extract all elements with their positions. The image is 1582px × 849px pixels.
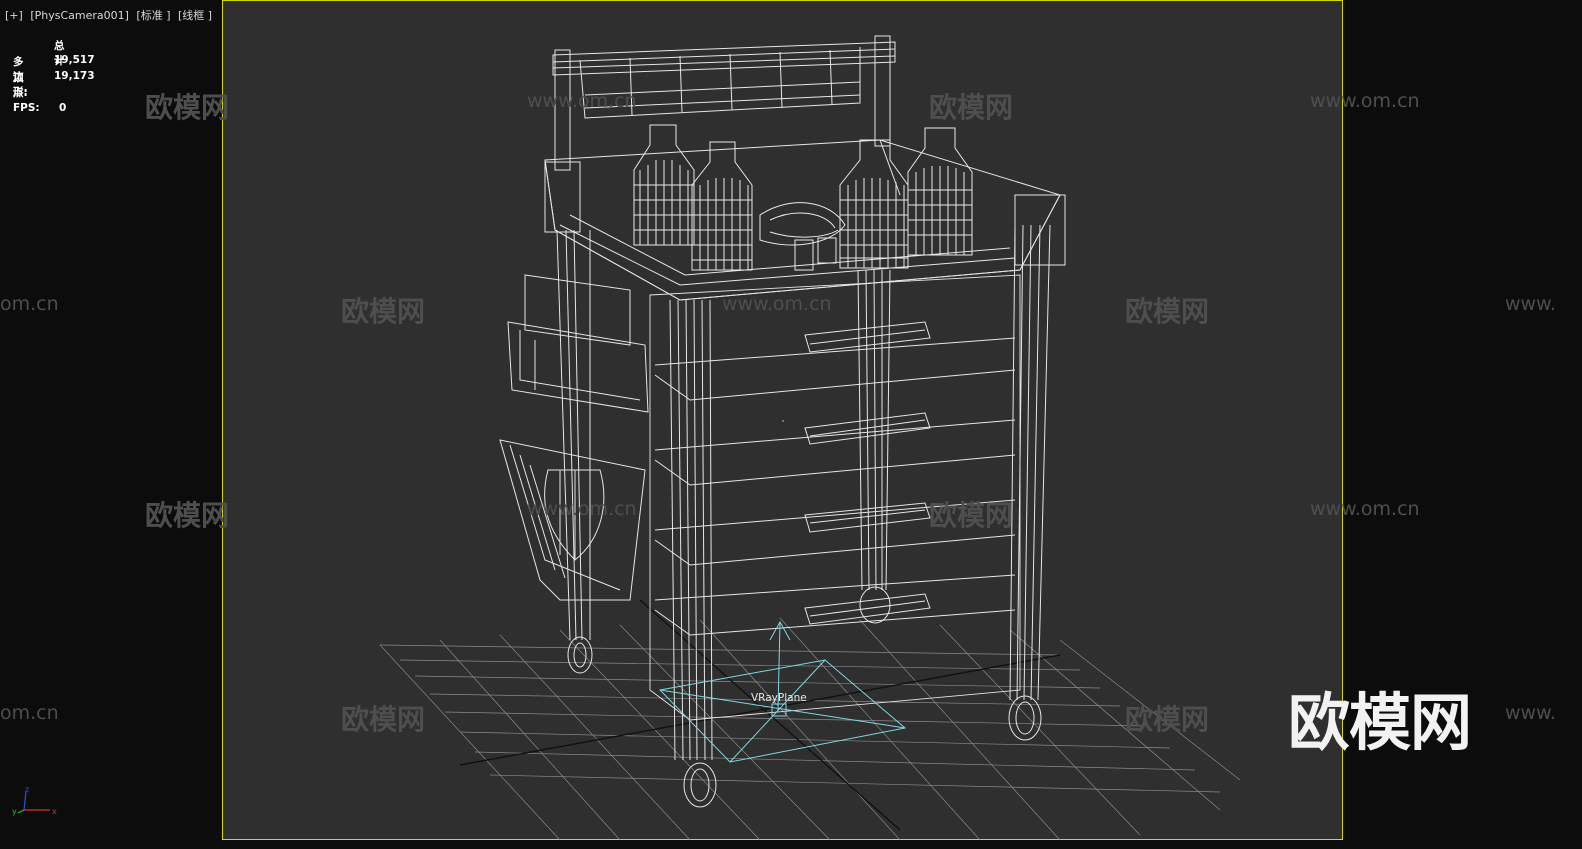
grid-group: [379, 599, 1241, 841]
watermark-brand: 欧模网: [341, 295, 426, 328]
top-tray: [544, 139, 1066, 301]
watermark-brand: 欧模网: [929, 91, 1014, 124]
bottles: [633, 124, 973, 271]
axis-y-label: y: [12, 807, 17, 816]
grid-axis-y: [639, 599, 901, 831]
watermark-url-partial: www.: [1505, 293, 1556, 315]
watermark-brand: 欧模网: [145, 499, 230, 532]
tubing: [759, 202, 846, 271]
bottle-2: [691, 141, 753, 271]
watermark-url: www.om.cn: [1310, 90, 1420, 112]
pivot-dot: [782, 420, 784, 422]
bottle-1: [633, 124, 695, 246]
watermark-brand: 欧模网: [145, 91, 230, 124]
axis-z-label: z: [25, 786, 29, 794]
watermark-brand: 欧模网: [1125, 295, 1210, 328]
watermark-brand: 欧模网: [1125, 703, 1210, 736]
brand-logo: 欧模网: [1288, 686, 1472, 759]
bottle-4: [907, 127, 973, 256]
watermark-url-partial: www.: [1505, 702, 1556, 724]
watermark-url: www.om.cn: [527, 498, 637, 520]
bottle-3: [839, 139, 909, 269]
watermark-url: www.om.cn: [722, 293, 832, 315]
watermark-brand: 欧模网: [929, 499, 1014, 532]
watermark-url: www.om.cn: [1310, 498, 1420, 520]
axis-tripod-icon: x z y: [12, 786, 57, 816]
watermark-url-partial: om.cn: [0, 702, 59, 724]
watermark-url-partial: om.cn: [0, 293, 59, 315]
construction-grid: [379, 617, 1241, 841]
watermark-url: www.om.cn: [527, 90, 637, 112]
axis-x-label: x: [52, 807, 57, 816]
object-label: VRayPlane: [751, 692, 807, 704]
watermark-brand: 欧模网: [341, 703, 426, 736]
